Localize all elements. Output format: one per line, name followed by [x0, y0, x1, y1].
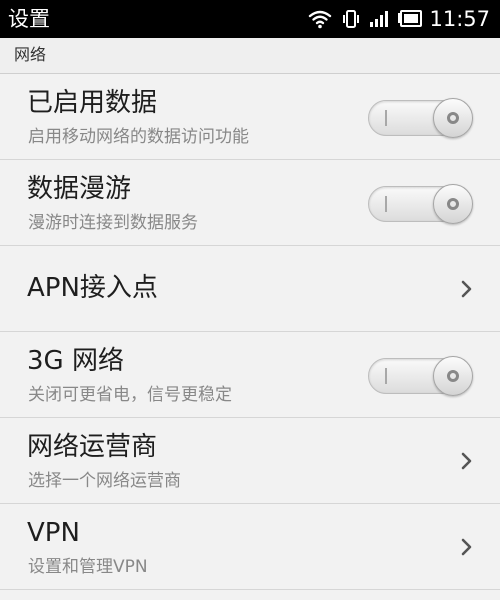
battery-icon [397, 9, 423, 29]
setting-subtitle: 漫游时连接到数据服务 [28, 213, 198, 233]
setting-apn[interactable]: APN接入点 [0, 246, 500, 332]
toggle-knob[interactable] [433, 356, 473, 396]
setting-network-operator[interactable]: 网络运营商 选择一个网络运营商 [0, 418, 500, 504]
toggle-off-mark [385, 196, 387, 212]
toggle-off-mark [385, 368, 387, 384]
toggle-knob[interactable] [433, 98, 473, 138]
chevron-right-icon [460, 452, 474, 470]
setting-title: 网络运营商 [27, 432, 158, 462]
setting-subtitle: 启用移动网络的数据访问功能 [28, 127, 249, 147]
status-icons: 11:57 [308, 0, 490, 38]
data-enabled-toggle[interactable] [368, 98, 473, 138]
setting-subtitle: 关闭可更省电，信号更稳定 [28, 385, 232, 405]
data-roaming-toggle[interactable] [368, 184, 473, 224]
setting-subtitle: 选择一个网络运营商 [28, 471, 181, 491]
knob-ring-icon [447, 112, 459, 124]
toggle-knob[interactable] [433, 184, 473, 224]
status-bar: 设置 11:57 [0, 0, 500, 38]
setting-data-roaming[interactable]: 数据漫游 漫游时连接到数据服务 [0, 160, 500, 246]
setting-vpn[interactable]: VPN 设置和管理VPN [0, 504, 500, 590]
setting-3g-network[interactable]: 3G 网络 关闭可更省电，信号更稳定 [0, 332, 500, 418]
setting-title: 已启用数据 [27, 88, 158, 118]
setting-title: 数据漫游 [27, 174, 132, 204]
section-header-label: 网络 [14, 45, 47, 64]
wifi-icon [308, 9, 332, 29]
setting-title: 3G 网络 [27, 346, 124, 376]
setting-subtitle: 设置和管理VPN [28, 557, 148, 577]
chevron-right-icon [460, 280, 474, 298]
setting-title: APN接入点 [27, 273, 158, 303]
chevron-right-icon [460, 538, 474, 556]
signal-icon [369, 9, 391, 29]
setting-title: VPN [27, 518, 80, 548]
3g-network-toggle[interactable] [368, 356, 473, 396]
clock: 11:57 [429, 7, 490, 31]
setting-data-enabled[interactable]: 已启用数据 启用移动网络的数据访问功能 [0, 74, 500, 160]
settings-list: 已启用数据 启用移动网络的数据访问功能 数据漫游 漫游时连接到数据服务 APN接… [0, 74, 500, 590]
knob-ring-icon [447, 198, 459, 210]
app-title: 设置 [8, 7, 50, 31]
vibrate-icon [342, 9, 360, 29]
section-header-network: 网络 [0, 38, 500, 74]
knob-ring-icon [447, 370, 459, 382]
toggle-off-mark [385, 110, 387, 126]
